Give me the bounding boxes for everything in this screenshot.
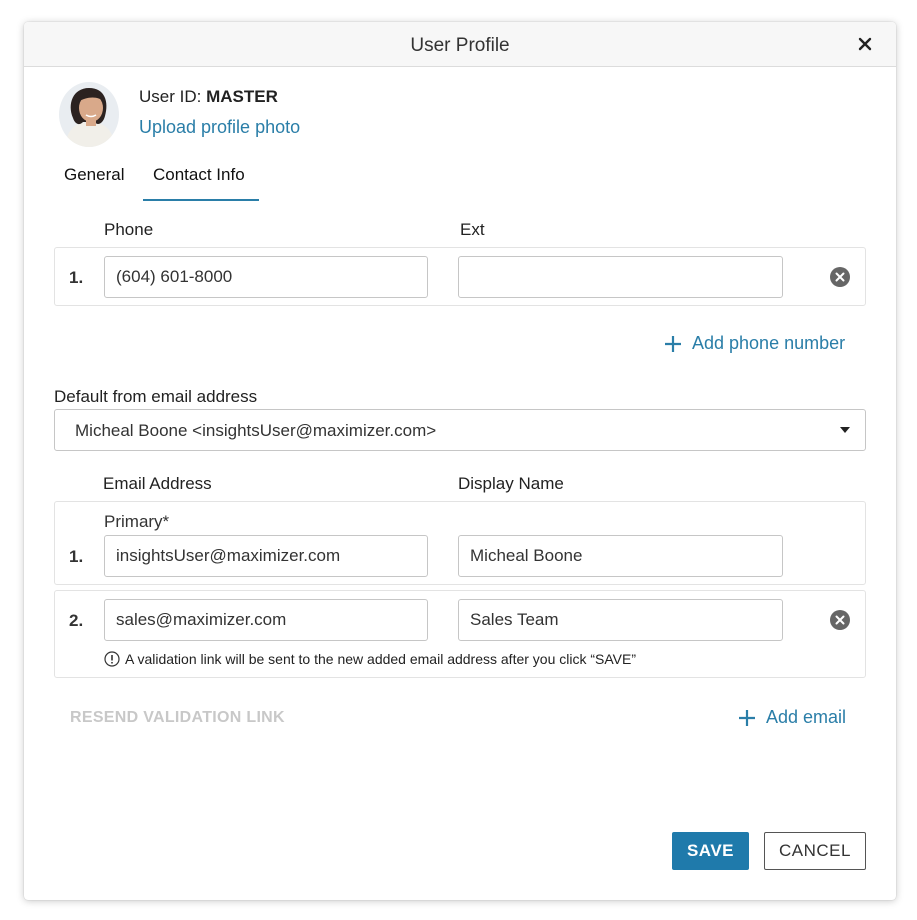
tab-contact-info[interactable]: Contact Info [153,165,245,185]
validation-note: A validation link will be sent to the ne… [104,651,636,667]
close-icon[interactable] [856,35,874,53]
add-email-label: Add email [766,707,847,727]
email-row: 1. insightsUser@maximizer.com Micheal Bo… [54,501,866,585]
tab-general[interactable]: General [64,165,124,185]
add-phone-number-button[interactable]: Add phone number [664,333,845,354]
upload-profile-photo-link[interactable]: Upload profile photo [139,117,300,138]
phone-column-header: Phone [104,220,154,239]
plus-icon [665,335,681,352]
default-email-selected: Micheal Boone <insightsUser@maximizer.co… [75,421,437,440]
dialog-title: User Profile [410,35,510,56]
default-email-select[interactable]: Micheal Boone <insightsUser@maximizer.co… [54,409,866,451]
phone-row-number: 1. [69,268,84,287]
info-icon [104,651,120,667]
email-address-column-header: Email Address [103,474,212,493]
primary-email-label: Primary* [104,512,170,531]
display-name-input[interactable]: Micheal Boone [458,535,783,577]
ext-column-header: Ext [460,220,485,239]
active-tab-indicator [143,199,259,201]
display-name-column-header: Display Name [458,474,564,493]
user-id: User ID: MASTER [139,87,278,107]
phone-input[interactable]: (604) 601-8000 [104,256,428,298]
default-email-label: Default from email address [54,387,258,406]
plus-icon [739,709,755,726]
display-name-input[interactable]: Sales Team [458,599,783,641]
add-email-button[interactable]: Add email [738,707,846,728]
email-row-number: 1. [69,547,84,566]
remove-phone-icon[interactable] [830,267,850,287]
ext-input[interactable] [458,256,783,298]
resend-validation-link-button[interactable]: RESEND VALIDATION LINK [70,709,285,727]
save-button[interactable]: SAVE [672,832,749,870]
validation-note-text: A validation link will be sent to the ne… [125,651,636,667]
user-id-label: User ID: [139,87,202,106]
email-address-input[interactable]: sales@maximizer.com [104,599,428,641]
user-profile-dialog: User Profile User ID: MASTER Upload prof… [24,22,896,900]
dialog-titlebar: User Profile [24,22,896,67]
cancel-button[interactable]: CANCEL [764,832,866,870]
avatar [59,82,119,147]
email-address-input[interactable]: insightsUser@maximizer.com [104,535,428,577]
add-phone-number-label: Add phone number [692,333,846,353]
chevron-down-icon [840,427,850,433]
remove-email-icon[interactable] [830,610,850,630]
email-row-number: 2. [69,611,84,630]
user-id-value: MASTER [206,87,278,106]
phone-row: 1. (604) 601-8000 [54,247,866,306]
